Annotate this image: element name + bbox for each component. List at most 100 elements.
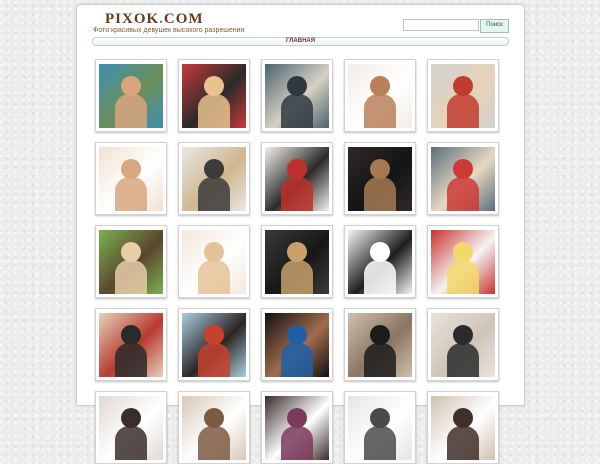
- thumbnail-image: [431, 229, 495, 294]
- thumbnail-image: [182, 229, 246, 294]
- photo-subject-body: [198, 425, 230, 460]
- photo-subject-head: [287, 158, 307, 179]
- photo-subject-body: [281, 342, 313, 377]
- photo-gallery: [95, 59, 515, 464]
- gallery-thumbnail[interactable]: [95, 308, 167, 381]
- gallery-thumbnail[interactable]: [427, 59, 499, 132]
- photo-subject-head: [204, 407, 224, 428]
- photo-subject-head: [453, 241, 473, 262]
- thumbnail-image: [99, 63, 163, 128]
- photo-subject-head: [370, 407, 390, 428]
- photo-subject-head: [121, 324, 141, 345]
- site-tagline: Фото красивых девушек высокого разрешени…: [93, 27, 245, 34]
- photo-subject-head: [121, 407, 141, 428]
- gallery-thumbnail[interactable]: [178, 59, 250, 132]
- gallery-thumbnail[interactable]: [261, 59, 333, 132]
- gallery-thumbnail[interactable]: [427, 391, 499, 464]
- photo-subject-head: [204, 75, 224, 96]
- photo-subject-head: [453, 75, 473, 96]
- nav-home-link[interactable]: ГЛАВНАЯ: [93, 38, 508, 45]
- photo-subject-body: [364, 259, 396, 294]
- thumbnail-image: [431, 312, 495, 377]
- page-container: PIXOK.COM Фото красивых девушек высокого…: [76, 4, 525, 464]
- photo-subject-body: [281, 93, 313, 128]
- photo-subject-body: [447, 176, 479, 211]
- gallery-thumbnail[interactable]: [261, 391, 333, 464]
- thumbnail-image: [348, 229, 412, 294]
- photo-subject-body: [447, 93, 479, 128]
- thumbnail-image: [99, 395, 163, 460]
- photo-subject-head: [287, 324, 307, 345]
- photo-subject-body: [198, 93, 230, 128]
- thumbnail-image: [99, 146, 163, 211]
- photo-subject-head: [453, 158, 473, 179]
- photo-subject-head: [121, 75, 141, 96]
- gallery-thumbnail[interactable]: [178, 225, 250, 298]
- photo-subject-body: [364, 342, 396, 377]
- photo-subject-body: [198, 176, 230, 211]
- photo-subject-head: [370, 241, 390, 262]
- gallery-thumbnail[interactable]: [178, 142, 250, 215]
- photo-subject-head: [453, 324, 473, 345]
- site-logo[interactable]: PIXOK.COM: [105, 11, 204, 27]
- search-button[interactable]: Поиск: [480, 19, 509, 33]
- thumbnail-image: [431, 146, 495, 211]
- thumbnail-image: [348, 63, 412, 128]
- search-input[interactable]: [403, 19, 479, 31]
- photo-subject-body: [281, 176, 313, 211]
- gallery-thumbnail[interactable]: [344, 225, 416, 298]
- photo-subject-body: [198, 342, 230, 377]
- thumbnail-image: [348, 312, 412, 377]
- photo-subject-body: [115, 259, 147, 294]
- photo-subject-head: [287, 407, 307, 428]
- gallery-thumbnail[interactable]: [344, 142, 416, 215]
- gallery-thumbnail[interactable]: [95, 142, 167, 215]
- thumbnail-image: [265, 63, 329, 128]
- gallery-thumbnail[interactable]: [261, 225, 333, 298]
- photo-subject-head: [370, 158, 390, 179]
- gallery-thumbnail[interactable]: [427, 225, 499, 298]
- thumbnail-image: [431, 63, 495, 128]
- thumbnail-image: [99, 312, 163, 377]
- gallery-thumbnail[interactable]: [261, 142, 333, 215]
- gallery-thumbnail[interactable]: [344, 59, 416, 132]
- gallery-thumbnail[interactable]: [344, 391, 416, 464]
- photo-subject-body: [447, 425, 479, 460]
- photo-subject-body: [364, 425, 396, 460]
- nav-bar: ГЛАВНАЯ: [92, 37, 509, 46]
- thumbnail-image: [265, 229, 329, 294]
- photo-subject-head: [121, 241, 141, 262]
- thumbnail-image: [182, 312, 246, 377]
- photo-subject-body: [115, 425, 147, 460]
- gallery-thumbnail[interactable]: [261, 308, 333, 381]
- thumbnail-image: [431, 395, 495, 460]
- photo-subject-head: [287, 241, 307, 262]
- photo-subject-head: [204, 324, 224, 345]
- logo-tld-text: COM: [163, 11, 204, 27]
- gallery-thumbnail[interactable]: [95, 59, 167, 132]
- thumbnail-image: [265, 395, 329, 460]
- gallery-thumbnail[interactable]: [178, 308, 250, 381]
- gallery-thumbnail[interactable]: [95, 225, 167, 298]
- photo-subject-body: [198, 259, 230, 294]
- photo-subject-body: [115, 342, 147, 377]
- thumbnail-image: [182, 63, 246, 128]
- logo-main-text: PIXOK: [105, 11, 160, 27]
- photo-subject-head: [204, 158, 224, 179]
- photo-subject-body: [364, 93, 396, 128]
- photo-subject-body: [115, 93, 147, 128]
- thumbnail-image: [265, 312, 329, 377]
- photo-subject-head: [453, 407, 473, 428]
- gallery-thumbnail[interactable]: [344, 308, 416, 381]
- thumbnail-image: [265, 146, 329, 211]
- thumbnail-image: [348, 395, 412, 460]
- thumbnail-image: [182, 146, 246, 211]
- gallery-thumbnail[interactable]: [427, 308, 499, 381]
- photo-subject-head: [121, 158, 141, 179]
- gallery-thumbnail[interactable]: [178, 391, 250, 464]
- gallery-thumbnail[interactable]: [427, 142, 499, 215]
- photo-subject-head: [370, 75, 390, 96]
- thumbnail-image: [99, 229, 163, 294]
- gallery-thumbnail[interactable]: [95, 391, 167, 464]
- thumbnail-image: [348, 146, 412, 211]
